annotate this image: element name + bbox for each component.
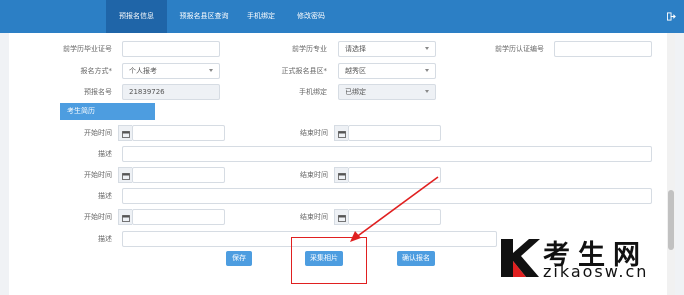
- watermark-logo: [501, 239, 540, 277]
- watermark-url: zikaosw.cn: [543, 262, 649, 281]
